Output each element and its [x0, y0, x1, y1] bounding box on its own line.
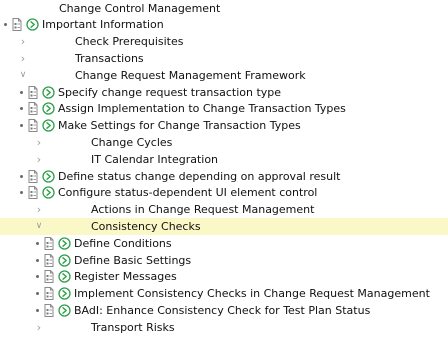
chevron-right-icon[interactable]: ›	[34, 134, 44, 151]
documentation-icon[interactable]	[27, 169, 40, 183]
tree-bullet	[20, 124, 23, 128]
tree-bullet	[36, 258, 39, 262]
execute-activity-icon[interactable]	[42, 85, 55, 99]
tree-bullet	[36, 241, 39, 245]
execute-activity-icon[interactable]	[58, 237, 71, 250]
tree-bullet	[36, 275, 39, 279]
documentation-icon[interactable]	[11, 18, 24, 32]
chevron-down-icon[interactable]: ∨	[18, 67, 28, 84]
img-tree: Change Control Management Important Infor…	[0, 0, 448, 351]
execute-activity-icon[interactable]	[58, 270, 71, 283]
tree-node-label: Configure status-dependent UI element co…	[58, 186, 318, 200]
tree-node-change-request-management-framework[interactable]: ∨ Change Request Management Framework	[0, 67, 448, 84]
tree-bullet	[20, 174, 23, 178]
tree-node-consistency-checks[interactable]: ∨ Consistency Checks	[0, 217, 448, 235]
tree-node-label: Change Request Management Framework	[75, 68, 306, 82]
documentation-icon[interactable]	[43, 253, 56, 267]
tree-node-label: Important Information	[42, 18, 164, 32]
tree-node-label: Define Conditions	[74, 236, 172, 250]
execute-activity-icon[interactable]	[42, 119, 55, 132]
execute-activity-icon[interactable]	[58, 304, 71, 317]
documentation-icon[interactable]	[43, 270, 56, 284]
tree-node-change-cycles[interactable]: › Change Cycles	[0, 134, 448, 151]
tree-node-label: Transport Risks	[91, 320, 175, 334]
tree-node-assign-implementation-to-change-transaction-types[interactable]: Assign Implementation to Change Transact…	[0, 100, 448, 117]
tree-node-specify-change-request-transaction-type[interactable]: Specify change request transaction type	[0, 84, 448, 101]
execute-activity-icon[interactable]	[26, 18, 39, 31]
tree-node-transport-risks[interactable]: › Transport Risks	[0, 319, 448, 336]
tree-node-check-prerequisites[interactable]: › Check Prerequisites	[0, 33, 448, 50]
tree-node-label: Implement Consistency Checks in Change R…	[74, 287, 430, 301]
tree-bullet	[4, 23, 7, 27]
tree-node-change-control-management[interactable]: Change Control Management	[0, 0, 448, 17]
tree-node-label: Actions in Change Request Management	[91, 203, 315, 217]
documentation-icon[interactable]	[43, 236, 56, 250]
tree-bullet	[36, 308, 39, 312]
tree-node-label: Specify change request transaction type	[58, 85, 282, 99]
chevron-down-icon[interactable]: ∨	[34, 218, 44, 235]
execute-activity-icon[interactable]	[42, 169, 55, 183]
tree-node-make-settings-for-change-transaction-types[interactable]: Make Settings for Change Transaction Typ…	[0, 117, 448, 134]
tree-node-label: Transactions	[75, 51, 144, 65]
tree-node-label: BAdI: Enhance Consistency Check for Test…	[74, 303, 371, 317]
execute-activity-icon[interactable]	[42, 102, 55, 115]
documentation-icon[interactable]	[43, 303, 56, 317]
execute-activity-icon[interactable]	[58, 253, 71, 267]
tree-node-label: IT Calendar Integration	[91, 152, 219, 166]
tree-node-actions-in-change-request-management[interactable]: › Actions in Change Request Management	[0, 201, 448, 218]
tree-node-important-information[interactable]: Important Information	[0, 16, 448, 33]
documentation-icon[interactable]	[27, 102, 40, 116]
chevron-right-icon[interactable]: ›	[34, 201, 44, 218]
tree-node-label: Change Cycles	[91, 135, 173, 149]
documentation-icon[interactable]	[27, 119, 40, 133]
tree-node-it-calendar-integration[interactable]: › IT Calendar Integration	[0, 151, 448, 168]
tree-bullet	[36, 292, 39, 296]
documentation-icon[interactable]	[43, 287, 56, 301]
tree-node-implement-consistency-checks-in-change-request-management[interactable]: Implement Consistency Checks in Change R…	[0, 285, 448, 302]
tree-node-register-messages[interactable]: Register Messages	[0, 268, 448, 285]
tree-node-define-status-change-depending-on-approval-result[interactable]: Define status change depending on approv…	[0, 168, 448, 185]
chevron-right-icon[interactable]: ›	[18, 50, 28, 67]
tree-node-badi-enhance-consistency-check-for-test-plan-status[interactable]: BAdI: Enhance Consistency Check for Test…	[0, 302, 448, 319]
execute-activity-icon[interactable]	[58, 287, 71, 300]
tree-node-label: Define status change depending on approv…	[58, 169, 341, 183]
execute-activity-icon[interactable]	[42, 186, 55, 199]
tree-bullet	[20, 107, 23, 111]
tree-bullet	[20, 191, 23, 195]
tree-node-label: Make Settings for Change Transaction Typ…	[58, 119, 301, 133]
tree-node-define-conditions[interactable]: Define Conditions	[0, 235, 448, 252]
tree-node-transactions[interactable]: › Transactions	[0, 50, 448, 67]
tree-node-label: Assign Implementation to Change Transact…	[58, 102, 346, 116]
tree-node-label: Change Control Management	[59, 1, 221, 15]
tree-node-label: Consistency Checks	[91, 219, 201, 233]
tree-node-label: Register Messages	[74, 270, 177, 284]
tree-node-label: Check Prerequisites	[75, 35, 184, 49]
tree-node-configure-status-dependent-ui-element-control[interactable]: Configure status-dependent UI element co…	[0, 184, 448, 201]
tree-node-label: Define Basic Settings	[74, 253, 192, 267]
documentation-icon[interactable]	[27, 85, 40, 99]
chevron-right-icon[interactable]: ›	[18, 33, 28, 50]
documentation-icon[interactable]	[27, 186, 40, 200]
chevron-right-icon[interactable]: ›	[34, 319, 44, 336]
tree-bullet	[20, 90, 23, 94]
chevron-right-icon[interactable]: ›	[34, 151, 44, 168]
tree-node-define-basic-settings[interactable]: Define Basic Settings	[0, 252, 448, 269]
